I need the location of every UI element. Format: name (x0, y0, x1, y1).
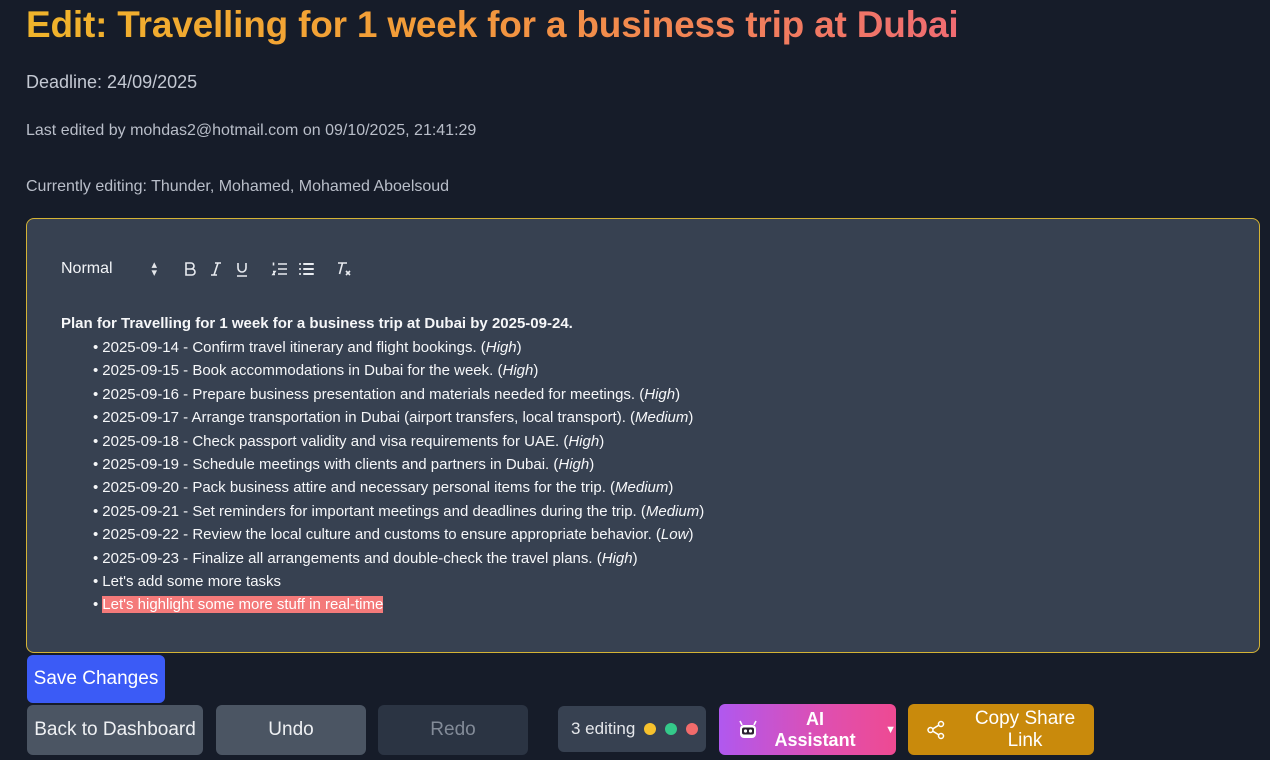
underline-icon[interactable] (229, 256, 255, 282)
bullet-mark: • (93, 526, 99, 544)
italic-icon[interactable] (203, 256, 229, 282)
share-icon (926, 720, 946, 740)
format-select-value: Normal (61, 260, 113, 277)
bullet-mark: • (93, 455, 99, 473)
task-text: 2025-09-19 - Schedule meetings with clie… (102, 455, 559, 473)
bullet-mark: • (93, 339, 99, 356)
bullet-mark: • (93, 572, 99, 590)
task-priority: High (568, 432, 600, 450)
task-text: 2025-09-20 - Pack business attire and ne… (102, 479, 616, 497)
presence-label: 3 editing (571, 719, 636, 738)
list-item: • 2025-09-16 - Prepare business presentat… (93, 383, 1239, 406)
redo-button[interactable]: Redo (378, 705, 528, 755)
task-text: Let's add some more tasks (102, 572, 282, 590)
task-text: 2025-09-21 - Set reminders for important… (102, 502, 646, 520)
task-priority: Low (660, 526, 689, 544)
bullet-mark: • (93, 549, 99, 567)
list-item: • 2025-09-15 - Book accommodations in Dub… (93, 359, 1239, 382)
last-edited-text: Last edited by mohdas2@hotmail.com on 09… (26, 122, 477, 139)
presence-dot (686, 723, 699, 735)
list-item: • 2025-09-21 - Set reminders for importan… (93, 500, 1239, 523)
bullet-mark: • (93, 502, 99, 520)
back-to-dashboard-button[interactable]: Back to Dashboard (27, 705, 203, 755)
bullet-mark: • (93, 432, 99, 450)
chevron-down-icon: ▼ (885, 723, 896, 736)
task-close: ) (699, 502, 705, 520)
list-item: • 2025-09-20 - Pack business attire and n… (93, 476, 1239, 499)
task-priority: Medium (615, 479, 669, 497)
task-text: 2025-09-22 - Review the local culture an… (102, 526, 661, 544)
ai-assistant-label: AI Assistant (774, 708, 856, 750)
bullet-mark: • (93, 362, 99, 380)
task-priority: High (601, 549, 633, 567)
copy-share-link-button[interactable]: Copy Share Link (908, 704, 1094, 755)
bullet-list-icon[interactable] (293, 256, 319, 282)
presence-dots (644, 723, 699, 735)
task-close: ) (632, 549, 638, 567)
task-text: 2025-09-15 - Book accommodations in Duba… (102, 362, 503, 380)
page-title: Edit: Travelling for 1 week for a busine… (26, 4, 959, 45)
presence-dot (665, 723, 678, 735)
bold-icon[interactable] (177, 256, 203, 282)
list-item: • Let's add some more tasks (93, 570, 1239, 593)
task-close: ) (589, 455, 595, 473)
task-priority: High (644, 385, 676, 403)
list-item: • 2025-09-23 - Finalize all arrangements … (93, 547, 1239, 570)
format-select[interactable]: Normal ▴ ▾ (61, 259, 157, 279)
ordered-list-icon[interactable] (267, 256, 293, 282)
task-text: 2025-09-18 - Check passport validity and… (102, 432, 569, 450)
document-heading: Plan for Travelling for 1 week for a bus… (61, 315, 573, 332)
undo-button[interactable]: Undo (216, 705, 366, 755)
task-close: ) (533, 362, 539, 380)
rich-text-editor[interactable]: Normal ▴ ▾ Plan for Travelling for 1 week… (26, 218, 1260, 653)
task-close: ) (675, 385, 681, 403)
save-changes-button[interactable]: Save Changes (27, 655, 165, 703)
task-close: ) (516, 339, 522, 356)
task-text: 2025-09-17 - Arrange transportation in D… (102, 409, 636, 427)
bullet-mark: • (93, 596, 99, 614)
presence-dot (644, 723, 657, 735)
task-priority: Medium (645, 502, 700, 520)
bullet-mark: • (93, 479, 99, 497)
presence-indicator: 3 editing (558, 706, 706, 752)
task-close: ) (668, 479, 674, 497)
list-item: • 2025-09-17 - Arrange transportation in … (93, 406, 1239, 429)
bullet-mark: • (93, 409, 99, 427)
editor-content[interactable]: Plan for Travelling for 1 week for a bus… (61, 315, 1239, 617)
list-item: • 2025-09-22 - Review the local culture a… (93, 523, 1239, 546)
bullet-mark: • (93, 385, 99, 403)
task-text: 2025-09-14 - Confirm travel itinerary an… (102, 339, 486, 356)
editor-toolbar: Normal ▴ ▾ (61, 255, 357, 283)
robot-icon (737, 719, 759, 741)
task-text: 2025-09-16 - Prepare business presentati… (102, 385, 645, 403)
currently-editing-text: Currently editing: Thunder, Mohamed, Moh… (26, 178, 450, 195)
ai-assistant-button[interactable]: AI Assistant ▼ (719, 704, 896, 755)
task-priority: High (502, 362, 534, 380)
list-item: • 2025-09-18 - Check passport validity an… (93, 430, 1239, 453)
deadline-text: Deadline: 24/09/2025 (26, 72, 198, 92)
list-item: • 2025-09-14 - Confirm travel itinerary a… (93, 336, 1239, 359)
select-arrows-icon: ▴ ▾ (151, 259, 157, 279)
task-close: ) (688, 526, 694, 544)
task-close: ) (599, 432, 605, 450)
task-text: 2025-09-23 - Finalize all arrangements a… (102, 549, 602, 567)
task-priority: High (485, 339, 517, 356)
highlighted-text: Let's highlight some more stuff in real-… (102, 596, 384, 614)
task-priority: High (558, 455, 590, 473)
task-list: • 2025-09-14 - Confirm travel itinerary a… (61, 336, 1239, 617)
clear-format-icon[interactable] (331, 256, 357, 282)
list-item: • 2025-09-19 - Schedule meetings with cli… (93, 453, 1239, 476)
list-item: • Let's highlight some more stuff in real… (93, 593, 1239, 616)
copy-share-link-label: Copy Share Link (974, 707, 1076, 751)
task-close: ) (688, 409, 694, 427)
task-priority: Medium (635, 409, 689, 427)
